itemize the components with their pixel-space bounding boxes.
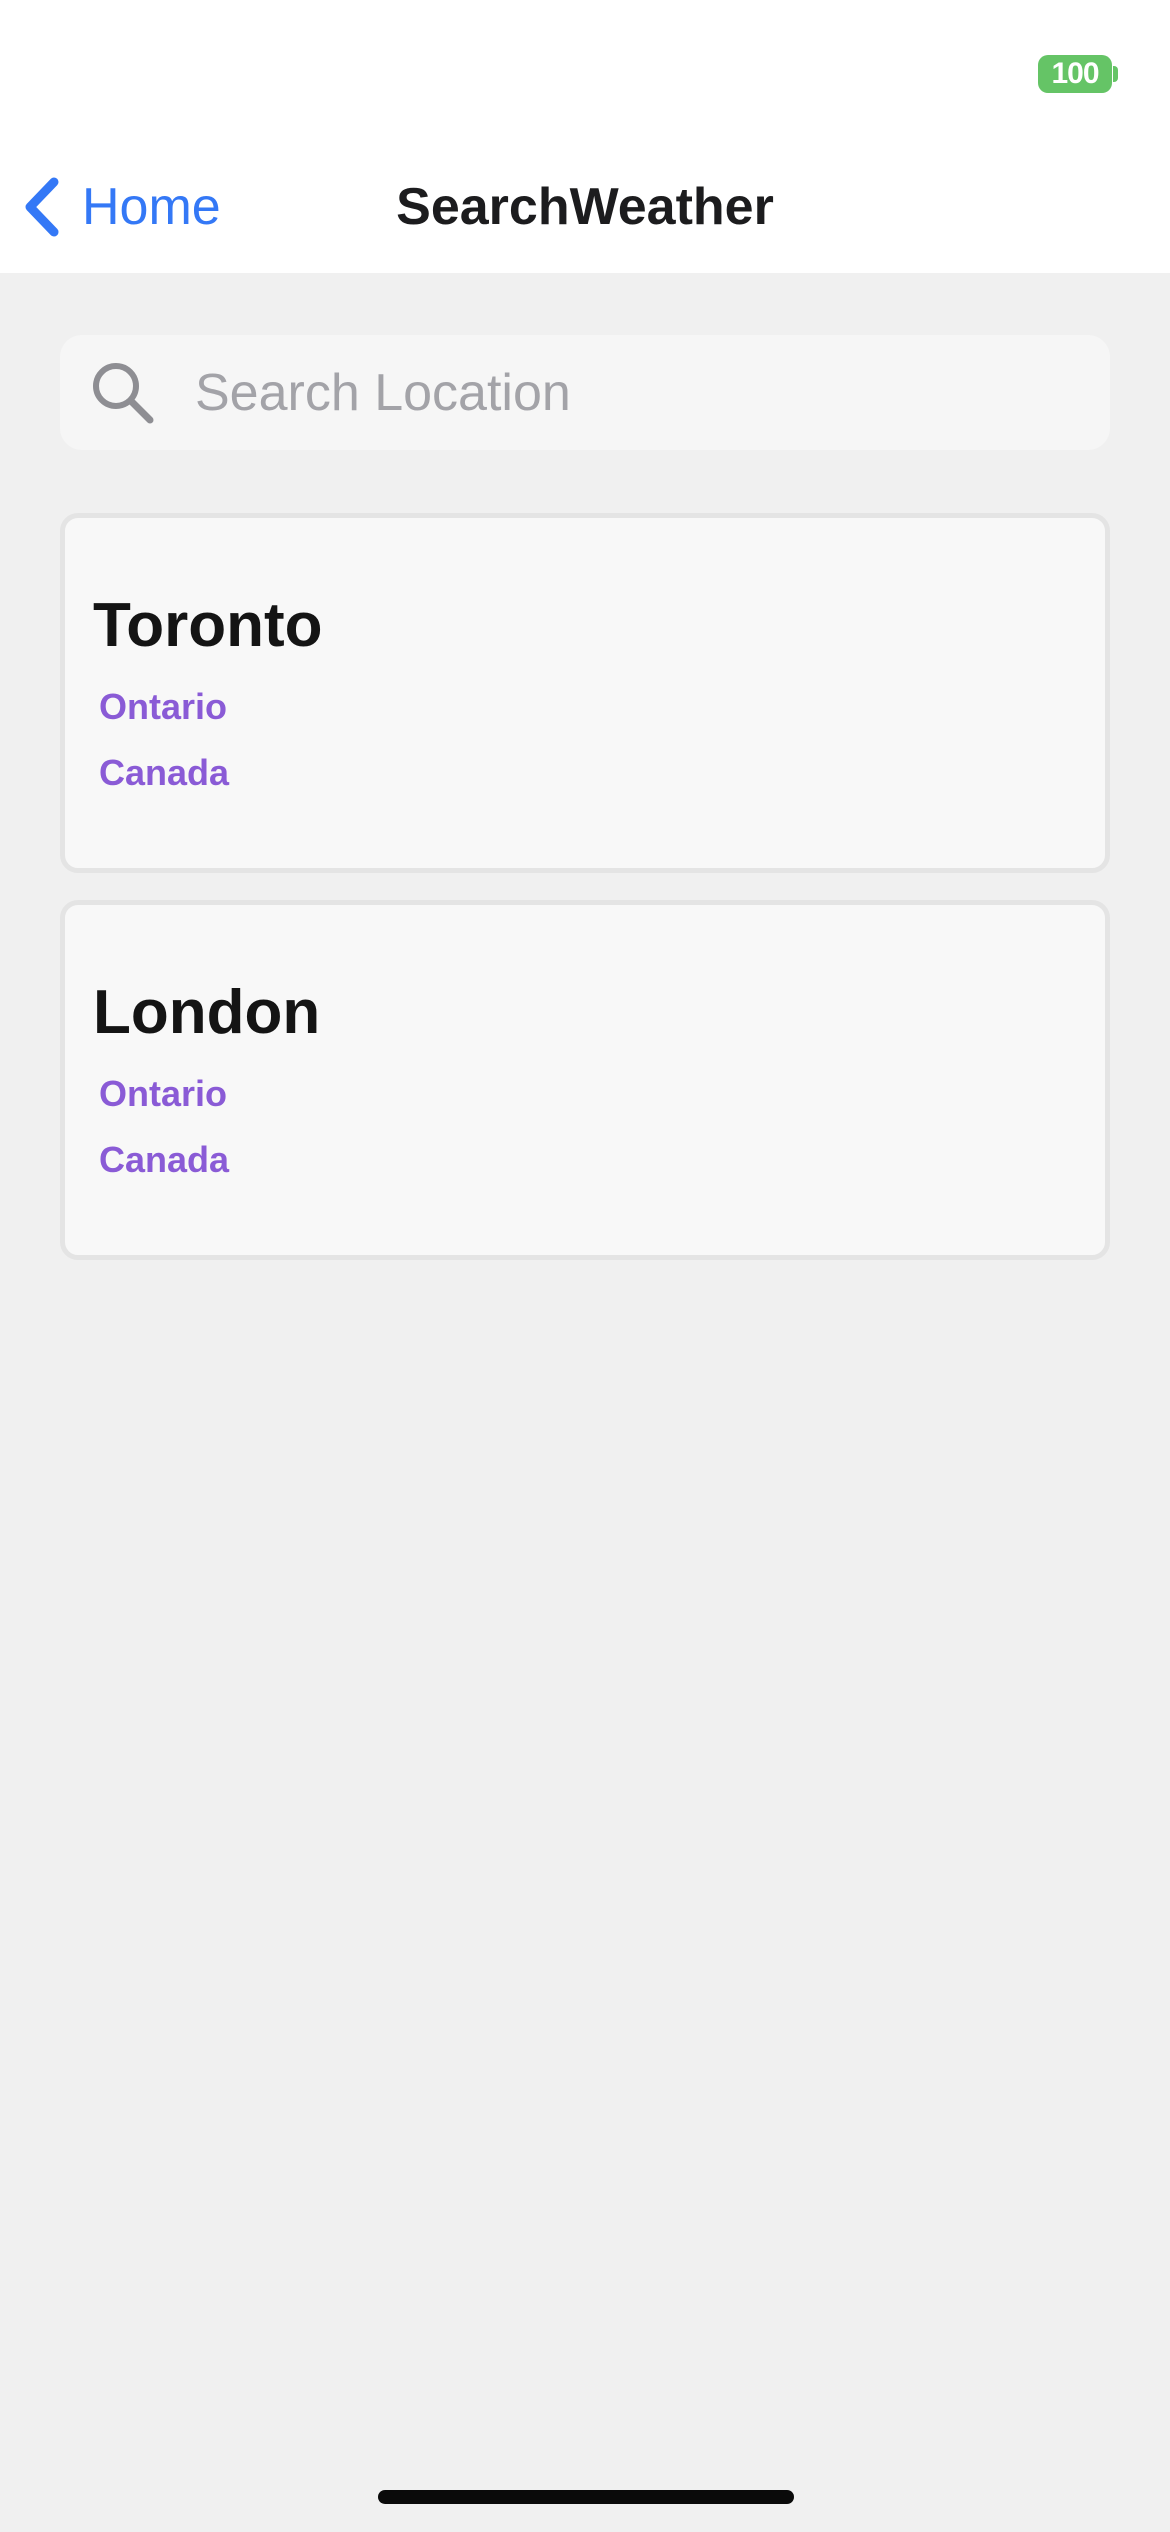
search-input[interactable] (195, 335, 1075, 450)
region-name: Ontario (99, 1073, 228, 1114)
location-card-toronto[interactable]: Toronto Ontario Canada (60, 513, 1110, 873)
battery-indicator: 100 (1038, 55, 1112, 93)
battery-tip (1113, 66, 1118, 82)
home-indicator[interactable] (378, 2490, 794, 2504)
search-field[interactable] (60, 335, 1110, 450)
city-name: Toronto (93, 591, 323, 660)
city-name: London (93, 978, 321, 1047)
page-title: SearchWeather (396, 178, 774, 236)
country-name: Canada (99, 1139, 230, 1180)
status-bar: 100 (0, 0, 1170, 140)
location-card-london[interactable]: London Ontario Canada (60, 900, 1110, 1260)
region-name: Ontario (99, 686, 228, 727)
search-icon (90, 360, 156, 431)
country-name: Canada (99, 752, 230, 793)
battery-level: 100 (1051, 57, 1099, 90)
navigation-bar: Home SearchWeather (0, 140, 1170, 273)
